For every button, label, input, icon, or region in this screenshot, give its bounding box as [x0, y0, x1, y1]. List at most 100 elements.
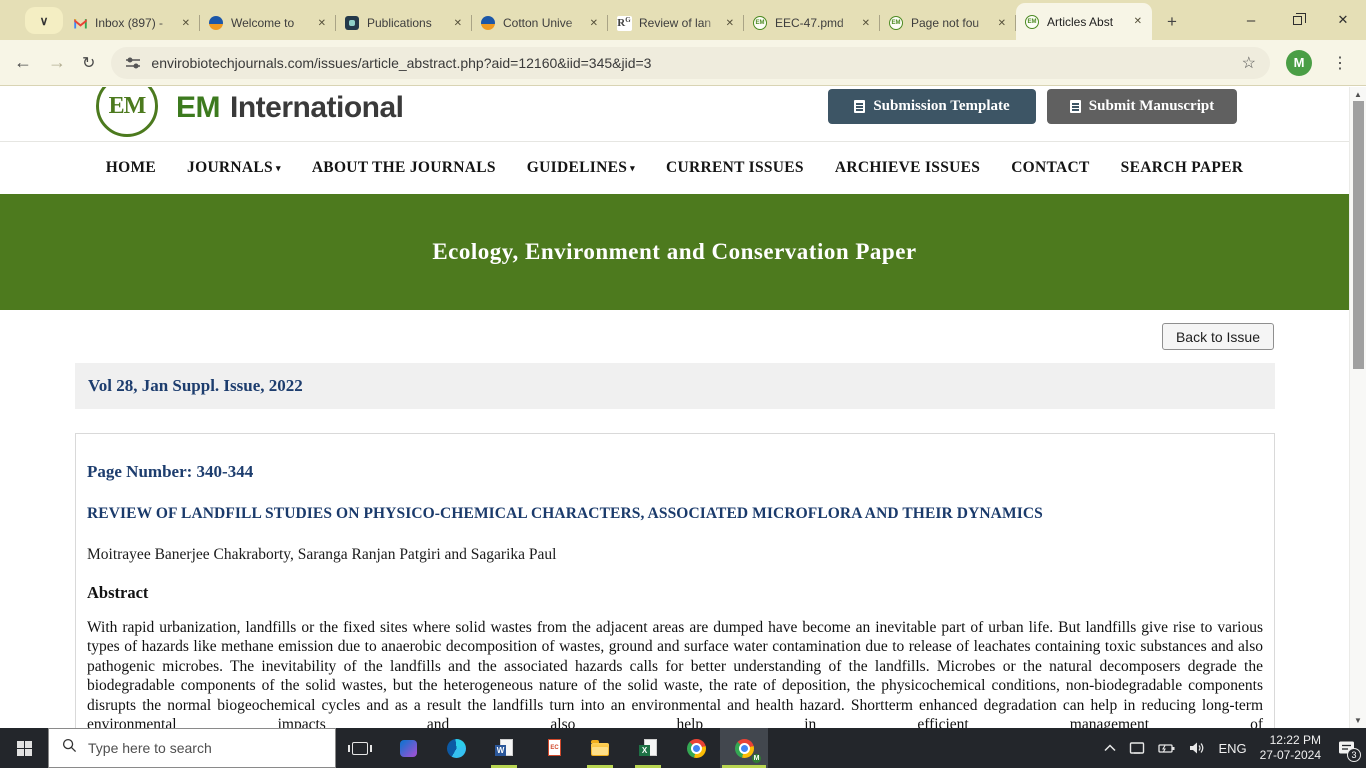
browser-menu-icon[interactable]: ⋮	[1328, 53, 1352, 73]
word-app-button[interactable]: W	[480, 728, 528, 768]
document-icon	[1070, 100, 1081, 113]
close-icon[interactable]: ✕	[860, 16, 872, 31]
search-input[interactable]	[88, 740, 288, 756]
nav-about-the-journals[interactable]: ABOUT THE JOURNALS	[312, 159, 496, 177]
nav-guidelines[interactable]: GUIDELINES▾	[527, 159, 635, 177]
submission-template-label: Submission Template	[873, 98, 1009, 115]
chevron-down-icon: ∨	[40, 14, 49, 28]
profile-avatar[interactable]: M	[1286, 50, 1312, 76]
site-title-em: EM	[176, 91, 220, 124]
word-icon: W	[495, 739, 513, 757]
tab-title: Articles Abst	[1047, 15, 1129, 29]
document-icon	[854, 100, 865, 113]
caret-down-icon: ▾	[276, 163, 281, 174]
article-title: REVIEW OF LANDFILL STUDIES ON PHYSICO-CH…	[87, 505, 1263, 523]
tray-chevron-up-icon[interactable]	[1104, 744, 1116, 752]
chrome-profile-app-button[interactable]: M	[720, 728, 768, 768]
back-button[interactable]: ←	[14, 52, 32, 73]
browser-toolbar: ← → ↻ envirobiotechjournals.com/issues/a…	[0, 40, 1366, 86]
close-icon[interactable]: ✕	[588, 16, 600, 31]
close-icon[interactable]: ✕	[1132, 14, 1144, 29]
display-tray-icon[interactable]	[1129, 741, 1145, 755]
tab-title: EEC-47.pmd	[775, 16, 857, 30]
file-explorer-button[interactable]	[576, 728, 624, 768]
nav-current-issues[interactable]: CURRENT ISSUES	[666, 159, 804, 177]
excel-icon: X	[639, 739, 657, 757]
scrollbar-thumb[interactable]	[1353, 101, 1364, 369]
page-scrollbar[interactable]: ▲ ▼	[1349, 87, 1366, 728]
excel-app-button[interactable]: X	[624, 728, 672, 768]
reload-button[interactable]: ↻	[82, 53, 95, 73]
submit-manuscript-label: Submit Manuscript	[1089, 98, 1214, 115]
nav-search-paper[interactable]: SEARCH PAPER	[1121, 159, 1244, 177]
taskbar-search[interactable]	[48, 728, 336, 768]
clock-time: 12:22 PM	[1260, 733, 1321, 748]
back-to-issue-button[interactable]: Back to Issue	[1162, 323, 1274, 350]
tab-welcome[interactable]: Welcome to ✕	[200, 6, 336, 40]
new-tab-button[interactable]: +	[1158, 8, 1186, 36]
tab-researchgate[interactable]: RG Review of lan ✕	[608, 6, 744, 40]
clock-date: 27-07-2024	[1260, 748, 1321, 763]
page-number: Page Number: 340-344	[87, 462, 1263, 482]
edge-app-button[interactable]	[432, 728, 480, 768]
clock[interactable]: 12:22 PM 27-07-2024	[1260, 733, 1321, 763]
tab-title: Welcome to	[231, 16, 313, 30]
tab-title: Inbox (897) -	[95, 16, 177, 30]
page-content: EM EMInternational Submission Template S…	[0, 87, 1366, 728]
journal-banner: Ecology, Environment and Conservation Pa…	[0, 194, 1349, 310]
tab-articles-abstract-active[interactable]: EM Articles Abst ✕	[1016, 3, 1152, 40]
em-international-logo[interactable]: EM	[96, 87, 158, 137]
minimize-button[interactable]: –	[1228, 0, 1274, 40]
chrome-app-button[interactable]	[672, 728, 720, 768]
nav-journals[interactable]: JOURNALS▾	[187, 159, 281, 177]
tab-page-not-found[interactable]: EM Page not fou ✕	[880, 6, 1016, 40]
task-view-icon	[352, 742, 368, 755]
forward-button[interactable]: →	[48, 52, 66, 73]
tab-strip: ∨ Inbox (897) - ✕ Welcome to ✕ Publicati…	[0, 0, 1366, 40]
nav-contact[interactable]: CONTACT	[1011, 159, 1089, 177]
scroll-down-icon[interactable]: ▼	[1350, 716, 1366, 725]
tab-search-button[interactable]: ∨	[25, 7, 63, 34]
close-icon[interactable]: ✕	[452, 16, 464, 31]
article-authors: Moitrayee Banerjee Chakraborty, Saranga …	[87, 546, 1263, 564]
tab-eec-pmd[interactable]: EM EEC-47.pmd ✕	[744, 6, 880, 40]
em-journal-icon: EM	[752, 15, 768, 31]
tab-title: Page not fou	[911, 16, 993, 30]
ec-document-app-button[interactable]: EC	[528, 728, 576, 768]
ec-document-icon: EC	[543, 739, 561, 757]
scroll-up-icon[interactable]: ▲	[1350, 90, 1366, 99]
article-box: Page Number: 340-344 REVIEW OF LANDFILL …	[75, 433, 1275, 728]
url-text[interactable]: envirobiotechjournals.com/issues/article…	[151, 55, 1231, 71]
nav-archieve-issues[interactable]: ARCHIEVE ISSUES	[835, 159, 980, 177]
abstract-text: With rapid urbanization, landfills or th…	[87, 618, 1263, 728]
close-window-button[interactable]: ✕	[1320, 0, 1366, 40]
close-icon[interactable]: ✕	[316, 16, 328, 31]
start-button[interactable]	[0, 728, 48, 768]
volume-tray-icon[interactable]	[1189, 741, 1205, 755]
task-view-button[interactable]	[336, 728, 384, 768]
restore-button[interactable]	[1274, 0, 1320, 40]
site-info-icon[interactable]	[125, 55, 141, 71]
tab-cotton-university[interactable]: Cotton Unive ✕	[472, 6, 608, 40]
tabs: Inbox (897) - ✕ Welcome to ✕ Publication…	[64, 0, 1186, 40]
nav-home[interactable]: HOME	[106, 159, 156, 177]
tab-publications[interactable]: Publications ✕	[336, 6, 472, 40]
action-center-button[interactable]: 3	[1334, 736, 1358, 760]
submission-template-button[interactable]: Submission Template	[828, 89, 1036, 124]
submit-manuscript-button[interactable]: Submit Manuscript	[1047, 89, 1237, 124]
issue-strip: Vol 28, Jan Suppl. Issue, 2022	[75, 363, 1275, 409]
tab-inbox[interactable]: Inbox (897) - ✕	[64, 6, 200, 40]
main-navigation: HOME JOURNALS▾ ABOUT THE JOURNALS GUIDEL…	[0, 142, 1349, 194]
tab-title: Review of lan	[639, 16, 721, 30]
address-bar[interactable]: envirobiotechjournals.com/issues/article…	[111, 47, 1270, 79]
close-icon[interactable]: ✕	[180, 16, 192, 31]
office-app-button[interactable]	[384, 728, 432, 768]
close-icon[interactable]: ✕	[996, 16, 1008, 31]
tab-title: Publications	[367, 16, 449, 30]
file-explorer-icon	[591, 743, 609, 756]
close-icon[interactable]: ✕	[724, 16, 736, 31]
battery-tray-icon[interactable]	[1158, 742, 1176, 754]
bookmark-star-icon[interactable]: ☆	[1242, 53, 1256, 73]
language-indicator[interactable]: ENG	[1218, 741, 1246, 756]
gmail-icon	[72, 15, 88, 31]
